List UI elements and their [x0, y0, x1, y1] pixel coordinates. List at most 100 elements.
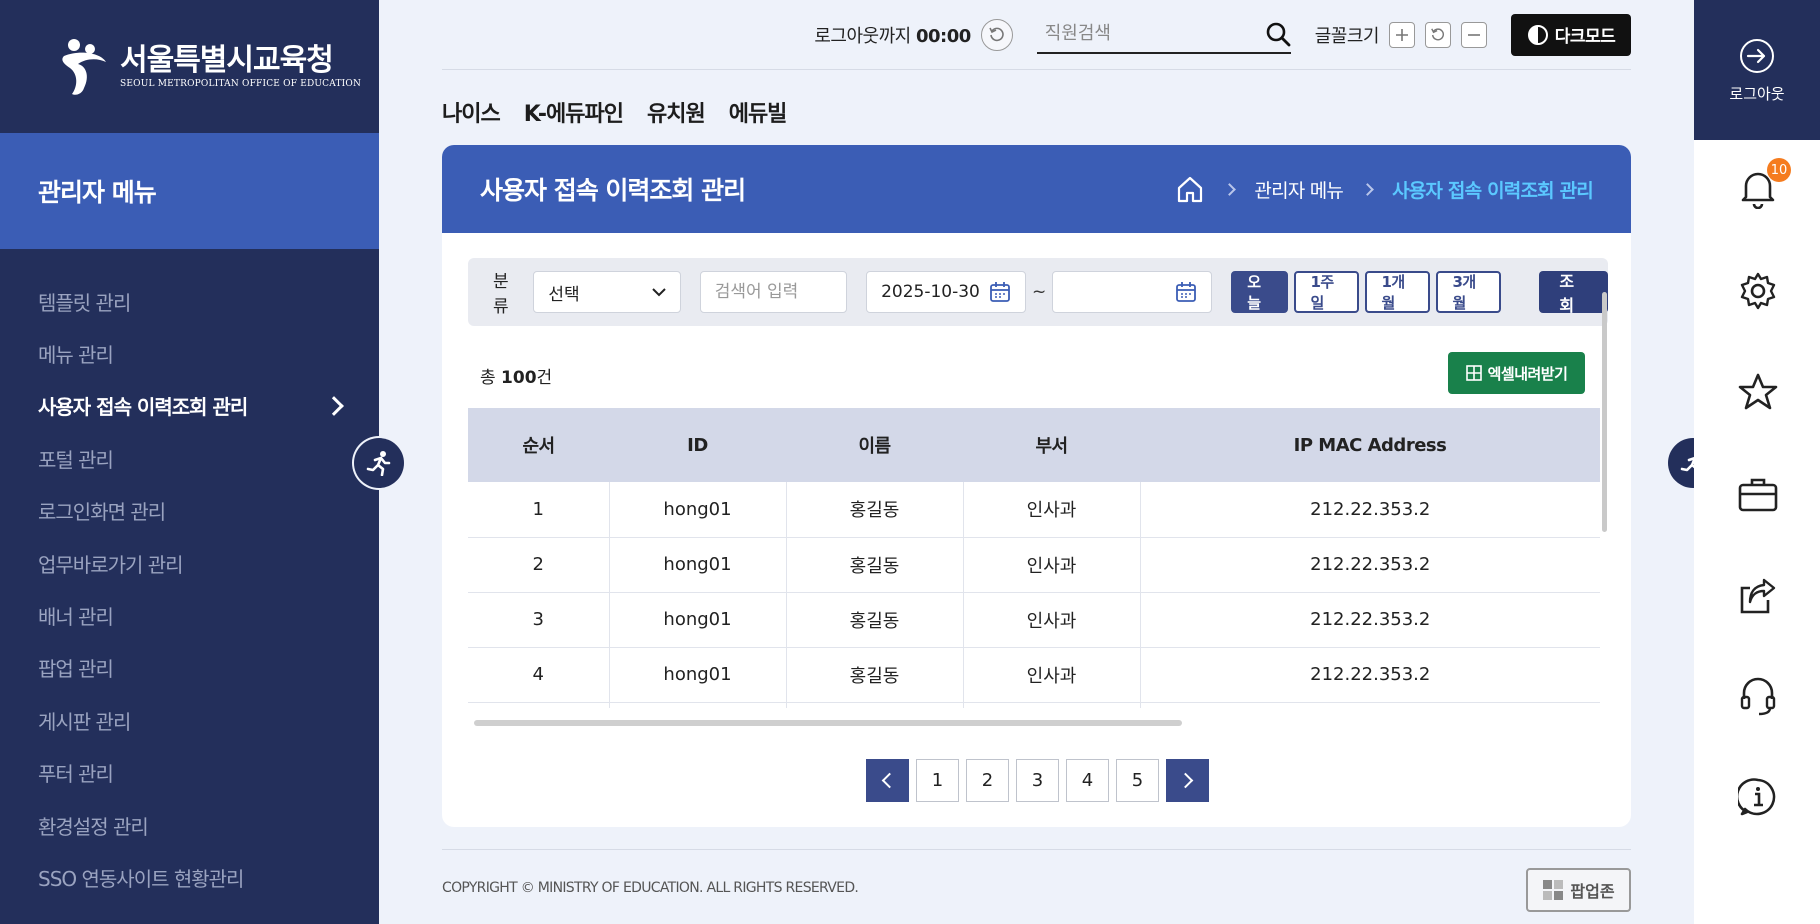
cell-order: 1 [468, 482, 610, 538]
date-range-separator: ~ [1032, 282, 1047, 302]
tab-k-edufine[interactable]: K-에듀파인 [524, 96, 624, 128]
breadcrumb-admin-menu[interactable]: 관리자 메뉴 [1254, 176, 1343, 203]
logout-button[interactable]: 로그아웃 [1694, 0, 1820, 140]
keyword-input[interactable] [714, 282, 833, 302]
keyword-field [699, 271, 848, 313]
sidebar-item-label: 메뉴 관리 [38, 343, 114, 368]
home-icon[interactable] [1175, 174, 1205, 204]
sidebar-item-sso[interactable]: SSO 연동사이트 현황관리 [0, 851, 379, 903]
next-page-button[interactable] [1166, 759, 1209, 802]
page-button[interactable]: 1 [916, 759, 959, 802]
work-button[interactable] [1737, 473, 1779, 515]
tab-neis[interactable]: 나이스 [442, 96, 501, 128]
period-1week-button[interactable]: 1주일 [1294, 271, 1360, 313]
notification-button[interactable]: 10 [1737, 158, 1791, 209]
chevron-down-icon [651, 288, 666, 297]
tab-eduvil[interactable]: 에듀빌 [729, 96, 788, 128]
category-label: 분류 [493, 272, 509, 317]
vertical-scrollbar[interactable] [1602, 292, 1607, 532]
dark-mode-button[interactable]: 다크모드 [1511, 13, 1631, 56]
cell-ip-mac: 212.22.353.2 [1140, 482, 1600, 538]
period-today-button[interactable]: 오늘 [1231, 271, 1289, 313]
horizontal-scrollbar[interactable] [474, 720, 1182, 726]
sidebar-item-settings[interactable]: 환경설정 관리 [0, 799, 379, 851]
cell-order: 3 [468, 592, 610, 648]
category-select[interactable]: 선택 [533, 271, 681, 313]
prev-page-button[interactable] [866, 759, 909, 802]
period-3month-button[interactable]: 3개월 [1436, 271, 1502, 313]
sidebar-toggle-button[interactable] [354, 438, 404, 488]
contrast-icon [1527, 24, 1548, 45]
sidebar-item-portal[interactable]: 포털 관리 [0, 432, 379, 484]
calendar-icon[interactable] [1175, 281, 1197, 303]
cell-department: 인사과 [963, 537, 1141, 593]
table-row[interactable]: 1 hong01 홍길동 인사과 212.22.353.2 [468, 482, 1600, 538]
sidebar-item-shortcut[interactable]: 업무바로가기 관리 [0, 537, 379, 589]
settings-button[interactable] [1737, 270, 1779, 312]
plus-icon [1396, 28, 1408, 41]
column-header[interactable]: ID [609, 408, 786, 482]
top-bar: 로그아웃까지 00:00 글꼴크기 다크모드 [442, 0, 1631, 70]
font-decrease-button[interactable] [1461, 21, 1487, 48]
sidebar-item-label: 푸터 관리 [38, 762, 114, 787]
font-increase-button[interactable] [1389, 21, 1415, 48]
sidebar-item-popup[interactable]: 팝업 관리 [0, 642, 379, 694]
excel-download-button[interactable]: 엑셀내려받기 [1448, 352, 1585, 394]
chevron-right-icon [1177, 772, 1194, 789]
tab-kindergarten[interactable]: 유치원 [647, 96, 706, 128]
calendar-icon[interactable] [989, 281, 1011, 303]
font-reset-button[interactable] [1425, 21, 1451, 48]
headset-icon [1740, 677, 1776, 716]
period-1month-button[interactable]: 1개월 [1365, 271, 1431, 313]
table-row[interactable]: 4 hong01 홍길동 인사과 212.22.353.2 [468, 647, 1600, 703]
cell-name: 홍길동 [786, 592, 964, 648]
employee-search-input[interactable] [1044, 23, 1235, 44]
column-header[interactable]: 부서 [963, 408, 1140, 482]
sidebar-item-login-screen[interactable]: 로그인화면 관리 [0, 485, 379, 537]
sidebar-item-footer[interactable]: 푸터 관리 [0, 747, 379, 799]
sidebar-item-access-history[interactable]: 사용자 접속 이력조회 관리 [0, 380, 379, 432]
cell-name: 홍길동 [786, 482, 964, 538]
sidebar-item-banner[interactable]: 배너 관리 [0, 589, 379, 641]
column-header[interactable]: IP MAC Address [1140, 408, 1600, 482]
table-row[interactable]: 2 hong01 홍길동 인사과 212.22.353.2 [468, 537, 1600, 593]
footer-divider [442, 849, 1631, 850]
copyright-text: COPYRIGHT © MINISTRY OF EDUCATION. ALL R… [442, 880, 859, 896]
table-row[interactable] [468, 702, 1600, 708]
cell-id: hong01 [609, 647, 787, 703]
font-size-label: 글꼴크기 [1314, 25, 1380, 47]
page-button[interactable]: 5 [1116, 759, 1159, 802]
column-header[interactable]: 이름 [786, 408, 963, 482]
share-button[interactable] [1737, 575, 1779, 617]
logout-icon [1740, 38, 1774, 73]
cell-department: 인사과 [963, 482, 1141, 538]
service-tabs: 나이스 K-에듀파인 유치원 에듀빌 [442, 92, 1631, 132]
page-button[interactable]: 2 [966, 759, 1009, 802]
page-button[interactable]: 4 [1066, 759, 1109, 802]
result-count: 총 100건 [480, 368, 553, 388]
end-date-field[interactable] [1052, 271, 1213, 313]
popup-grid-icon [1543, 880, 1564, 900]
info-button[interactable] [1737, 776, 1779, 818]
logo[interactable]: 서울특별시교육청 SEOUL METROPOLITAN OFFICE OF ED… [0, 0, 379, 133]
sidebar-item-label: 사용자 접속 이력조회 관리 [38, 395, 248, 420]
seoul-education-logo-icon [62, 38, 106, 95]
table-row[interactable]: 3 hong01 홍길동 인사과 212.22.353.2 [468, 592, 1600, 648]
chevron-right-icon [1361, 182, 1374, 196]
sidebar-item-board[interactable]: 게시판 관리 [0, 694, 379, 746]
cell-name: 홍길동 [786, 537, 964, 593]
sidebar-item-menu[interactable]: 메뉴 관리 [0, 327, 379, 379]
support-button[interactable] [1737, 675, 1779, 717]
page-button[interactable]: 3 [1016, 759, 1059, 802]
search-icon[interactable] [1265, 21, 1291, 47]
popup-zone-button[interactable]: 팝업존 [1526, 868, 1631, 912]
extend-session-button[interactable] [980, 18, 1013, 51]
cell-name: 홍길동 [786, 647, 964, 703]
column-header[interactable]: 순서 [468, 408, 609, 482]
favorites-button[interactable] [1737, 371, 1779, 413]
start-date-field[interactable]: 2025-10-30 [866, 271, 1027, 313]
notification-badge: 10 [1767, 158, 1791, 182]
cell-order: 4 [468, 647, 610, 703]
sidebar-item-template[interactable]: 템플릿 관리 [0, 275, 379, 327]
query-button[interactable]: 조회 [1539, 271, 1608, 315]
